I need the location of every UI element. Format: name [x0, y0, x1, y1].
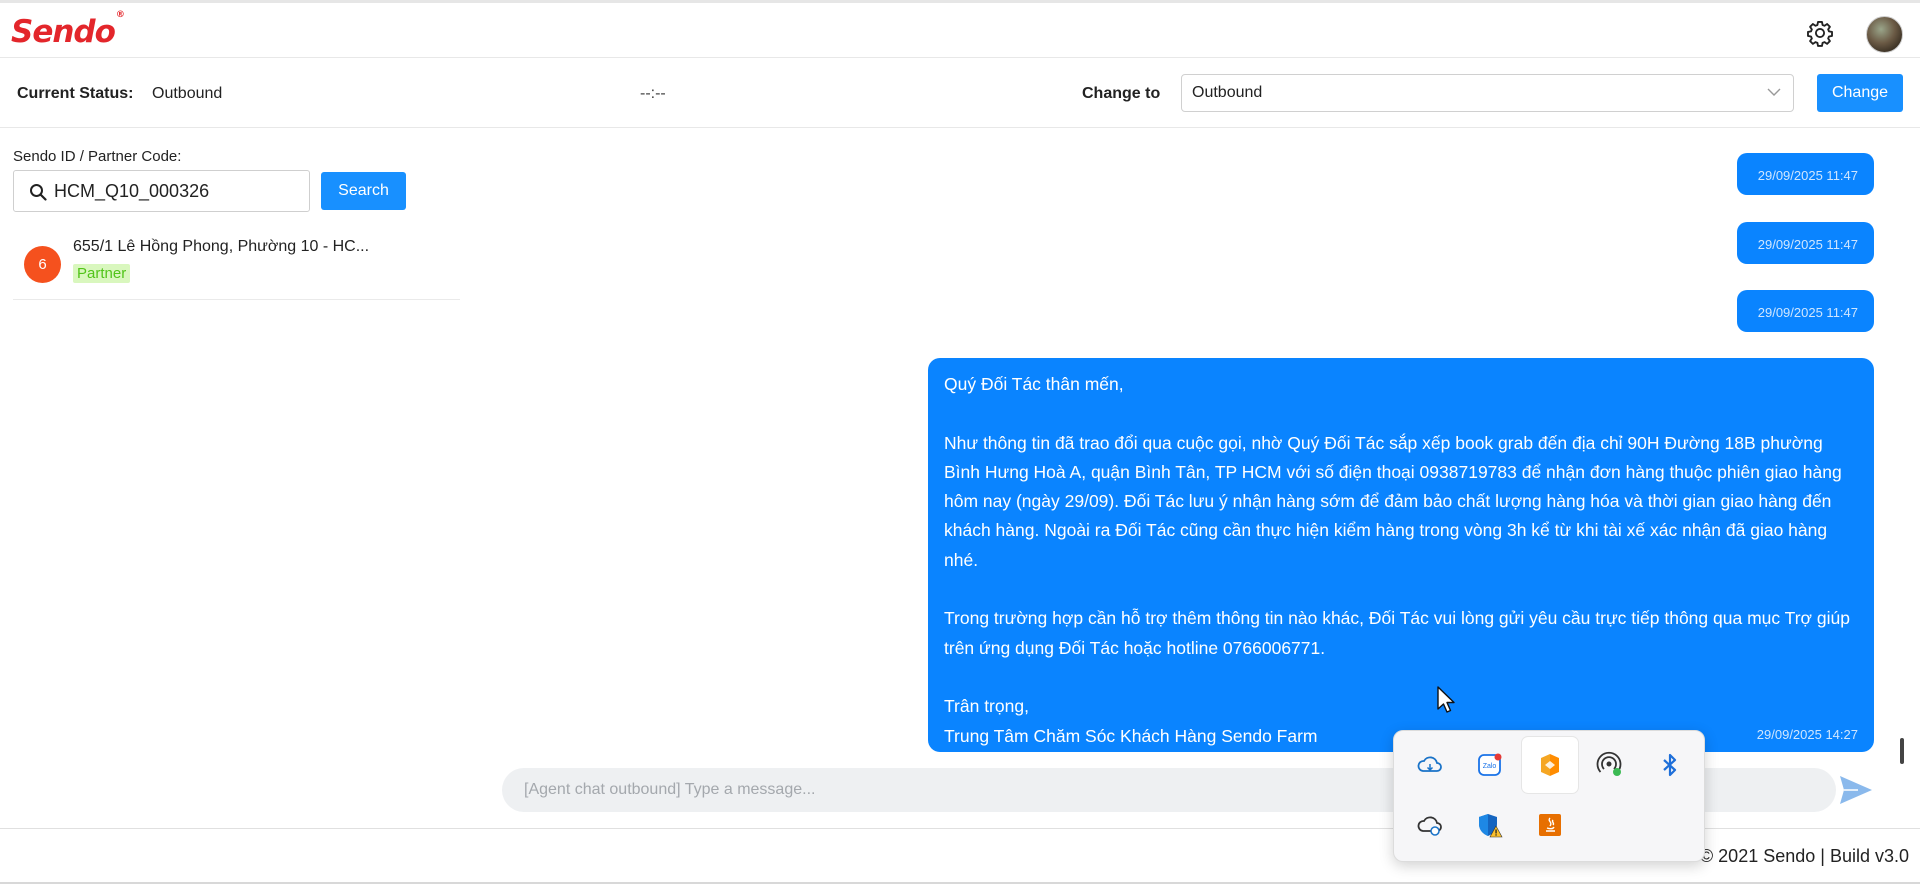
- message-timestamp: 29/09/2025 14:27: [1756, 727, 1858, 742]
- search-icon: [30, 184, 47, 201]
- partner-tag: Partner: [73, 264, 131, 283]
- app-orange-icon[interactable]: [1522, 737, 1578, 793]
- message-line: [944, 575, 1859, 604]
- chat-message: Quý Đối Tác thân mến, Như thông tin đã t…: [928, 358, 1874, 752]
- bluetooth-icon[interactable]: [1642, 737, 1698, 793]
- java-icon[interactable]: [1522, 797, 1578, 853]
- message-line: Quý Đối Tác thân mến,: [944, 374, 1124, 394]
- search-value: HCM_Q10_000326: [54, 181, 210, 201]
- message-line: [944, 663, 1859, 692]
- partner-list-item[interactable]: 6 655/1 Lê Hồng Phong, Phường 10 - HC...…: [13, 228, 460, 300]
- partner-address: 655/1 Lê Hồng Phong, Phường 10 - HC...: [73, 238, 370, 255]
- chevron-down-icon: [1767, 88, 1781, 96]
- cloud-sync-icon[interactable]: [1402, 797, 1458, 853]
- svg-text:Zalo: Zalo: [1483, 763, 1497, 770]
- current-status-value: Outbound: [152, 85, 223, 102]
- search-label: Sendo ID / Partner Code:: [13, 148, 182, 165]
- change-to-select[interactable]: Outbound: [1181, 74, 1794, 112]
- user-avatar[interactable]: [1866, 16, 1903, 53]
- send-icon[interactable]: [1838, 772, 1874, 808]
- chat-message: 29/09/2025 11:47: [1737, 153, 1874, 195]
- change-to-value: Outbound: [1192, 84, 1263, 101]
- top-bar: Sendo®: [0, 0, 1920, 58]
- call-timer: --:--: [640, 85, 666, 102]
- message-body: Quý Đối Tác thân mến, Như thông tin đã t…: [944, 370, 1859, 751]
- chat-scrollbar[interactable]: [1900, 738, 1904, 764]
- hotspot-icon[interactable]: [1582, 737, 1638, 793]
- security-warning-icon[interactable]: [1462, 797, 1518, 853]
- change-button[interactable]: Change: [1817, 74, 1903, 112]
- chat-input-placeholder: [Agent chat outbound] Type a message...: [524, 781, 816, 798]
- system-tray-popup: Zalo: [1393, 730, 1705, 862]
- gear-icon[interactable]: [1806, 19, 1834, 47]
- message-line: [944, 399, 1859, 428]
- sendo-logo[interactable]: Sendo®: [11, 10, 125, 50]
- current-status-label: Current Status:: [17, 85, 134, 102]
- zalo-icon[interactable]: Zalo: [1462, 737, 1518, 793]
- message-line: Như thông tin đã trao đổi qua cuộc gọi, …: [944, 432, 1842, 570]
- footer-text: © 2021 Sendo | Build v3.0: [1699, 846, 1909, 866]
- mouse-cursor-icon: [1437, 686, 1455, 713]
- message-timestamp: 29/09/2025 11:47: [1757, 168, 1858, 183]
- search-button[interactable]: Search: [321, 172, 406, 210]
- chat-message: 29/09/2025 11:47: [1737, 290, 1874, 332]
- message-line: Trân trọng,: [944, 696, 1029, 717]
- message-line: Trong trường hợp cần hỗ trợ thêm thông t…: [944, 608, 1850, 658]
- message-timestamp: 29/09/2025 11:47: [1757, 237, 1858, 252]
- partner-count-badge: 6: [24, 246, 61, 283]
- change-to-label: Change to: [1082, 85, 1161, 102]
- onedrive-cloud-icon[interactable]: [1402, 737, 1458, 793]
- message-timestamp: 29/09/2025 11:47: [1757, 305, 1858, 320]
- status-bar: Current Status: Outbound --:-- Change to…: [0, 58, 1920, 128]
- search-input[interactable]: HCM_Q10_000326: [13, 170, 310, 212]
- chat-message: 29/09/2025 11:47: [1737, 222, 1874, 264]
